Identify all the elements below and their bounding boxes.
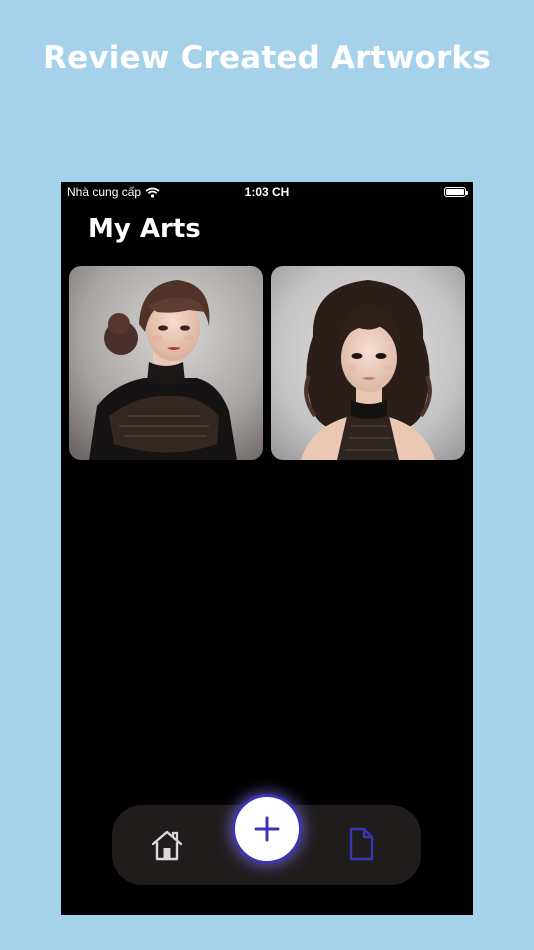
artwork-card-2[interactable]	[271, 266, 465, 460]
home-icon	[151, 830, 183, 861]
phone-screen: Nhà cung cấp 1:03 CH My Arts	[61, 182, 473, 915]
status-time: 1:03 CH	[244, 185, 290, 199]
create-art-button[interactable]	[232, 794, 302, 864]
plus-icon	[254, 816, 280, 842]
battery-icon	[444, 187, 468, 197]
tab-home[interactable]	[148, 827, 186, 863]
promo-title: Review Created Artworks	[43, 40, 491, 76]
document-icon	[349, 827, 374, 861]
status-bar: Nhà cung cấp 1:03 CH	[61, 182, 473, 202]
page-title: My Arts	[88, 214, 201, 244]
artwork-grid	[69, 266, 465, 460]
artwork-image-1	[69, 266, 263, 460]
artwork-image-2	[271, 266, 465, 460]
tab-my-arts[interactable]	[344, 825, 378, 863]
artwork-card-1[interactable]	[69, 266, 263, 460]
